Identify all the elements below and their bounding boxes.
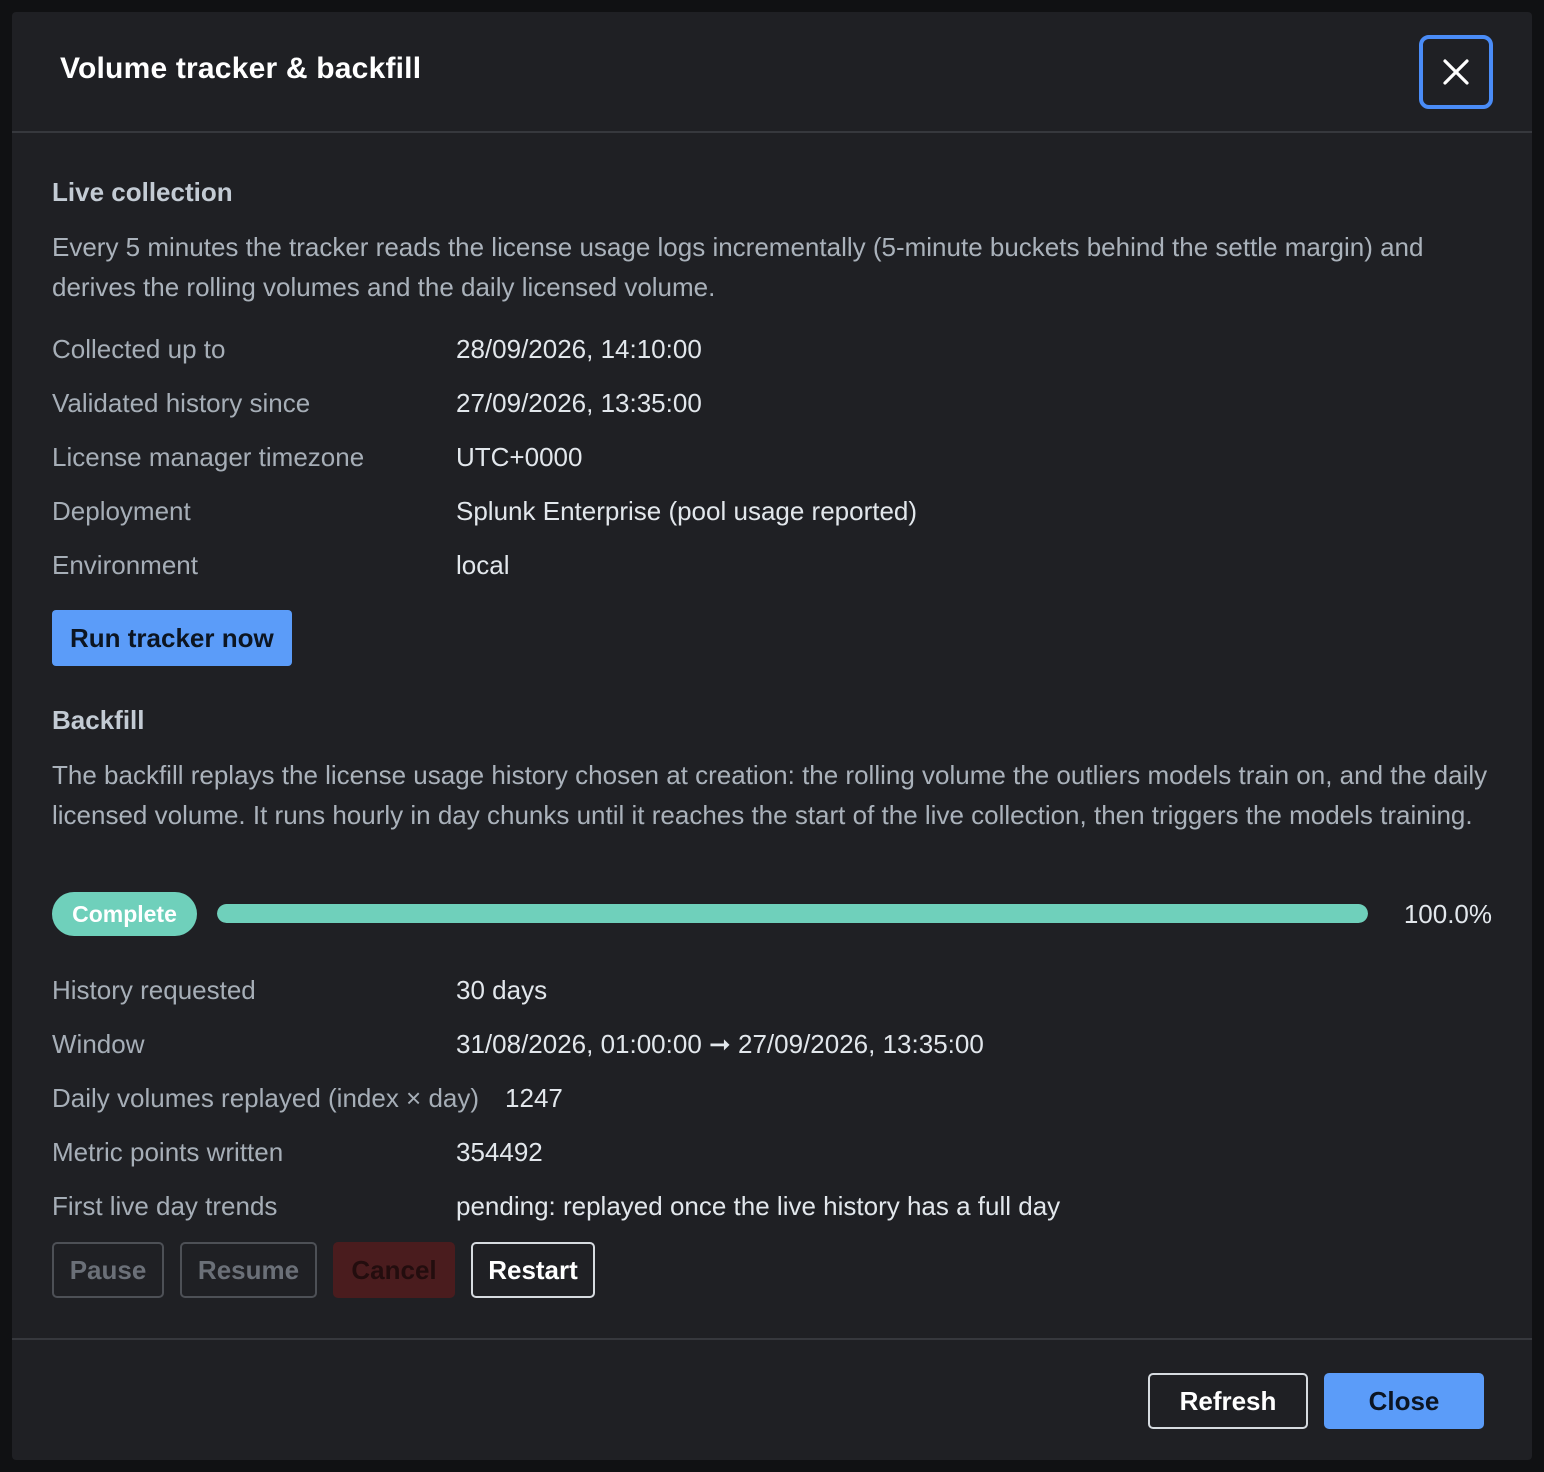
info-row-environment: Environment local <box>52 545 509 585</box>
info-label: Validated history since <box>52 388 311 418</box>
info-row-first-live-day: First live day trends pending: replayed o… <box>52 1186 1060 1226</box>
info-value: Splunk Enterprise (pool usage reported) <box>456 496 918 526</box>
live-collection-heading: Live collection <box>52 177 233 207</box>
info-label: Window <box>52 1029 145 1059</box>
info-value: 28/09/2026, 14:10:00 <box>456 334 702 364</box>
progress-fill <box>217 904 1368 923</box>
tracker-dialog: Volume tracker & backfill Live collectio… <box>12 12 1532 1460</box>
info-row-metric-points: Metric points written 354492 <box>52 1132 543 1172</box>
pause-button[interactable]: Pause <box>52 1242 164 1298</box>
info-label: Metric points written <box>52 1137 284 1167</box>
cancel-button[interactable]: Cancel <box>333 1242 455 1298</box>
info-value: 27/09/2026, 13:35:00 <box>456 388 702 418</box>
info-value: 354492 <box>456 1137 543 1167</box>
info-value: pending: replayed once the live history … <box>456 1191 1061 1221</box>
info-label: Daily volumes replayed (index × day) <box>52 1083 480 1113</box>
restart-button[interactable]: Restart <box>471 1242 595 1298</box>
backfill-description: The backfill replays the license usage h… <box>52 760 1488 830</box>
info-value: local <box>456 550 510 580</box>
live-collection-description: Every 5 minutes the tracker reads the li… <box>52 232 1424 302</box>
refresh-button[interactable]: Refresh <box>1148 1373 1308 1429</box>
info-value: 1247 <box>505 1083 563 1113</box>
info-label: Deployment <box>52 496 191 526</box>
info-label: History requested <box>52 975 256 1005</box>
info-row-history-requested: History requested 30 days <box>52 970 547 1010</box>
close-icon <box>1442 58 1470 86</box>
progress-track <box>217 904 1368 923</box>
dialog-title: Volume tracker & backfill <box>60 52 422 85</box>
info-row-deployment: Deployment Splunk Enterprise (pool usage … <box>52 491 917 531</box>
status-badge: Complete <box>52 892 197 936</box>
info-label: First live day trends <box>52 1191 278 1221</box>
dialog-close-button[interactable] <box>1419 35 1493 109</box>
info-value: UTC+0000 <box>456 442 583 472</box>
info-row-timezone: License manager timezone UTC+0000 <box>52 437 582 477</box>
info-value: 30 days <box>456 975 548 1005</box>
info-row-validated-history: Validated history since 27/09/2026, 13:35… <box>52 383 702 423</box>
info-label: License manager timezone <box>52 442 365 472</box>
info-value: 31/08/2026, 01:00:00 ➞ 27/09/2026, 13:35… <box>456 1029 984 1059</box>
dialog-header: Volume tracker & backfill <box>12 12 1532 133</box>
resume-button[interactable]: Resume <box>180 1242 317 1298</box>
dialog-footer: Refresh Close <box>12 1338 1532 1460</box>
backfill-progress: Complete 100.0% <box>52 892 1492 936</box>
info-row-window: Window 31/08/2026, 01:00:00 ➞ 27/09/2026,… <box>52 1024 984 1064</box>
run-tracker-button[interactable]: Run tracker now <box>52 610 292 666</box>
info-row-collected-up-to: Collected up to 28/09/2026, 14:10:00 <box>52 329 702 369</box>
info-label: Environment <box>52 550 198 580</box>
close-button[interactable]: Close <box>1324 1373 1484 1429</box>
progress-percent: 100.0% <box>1403 899 1492 929</box>
info-row-daily-volumes: Daily volumes replayed (index × day) 1247 <box>52 1078 563 1118</box>
backfill-heading: Backfill <box>52 705 145 735</box>
info-label: Collected up to <box>52 334 226 364</box>
